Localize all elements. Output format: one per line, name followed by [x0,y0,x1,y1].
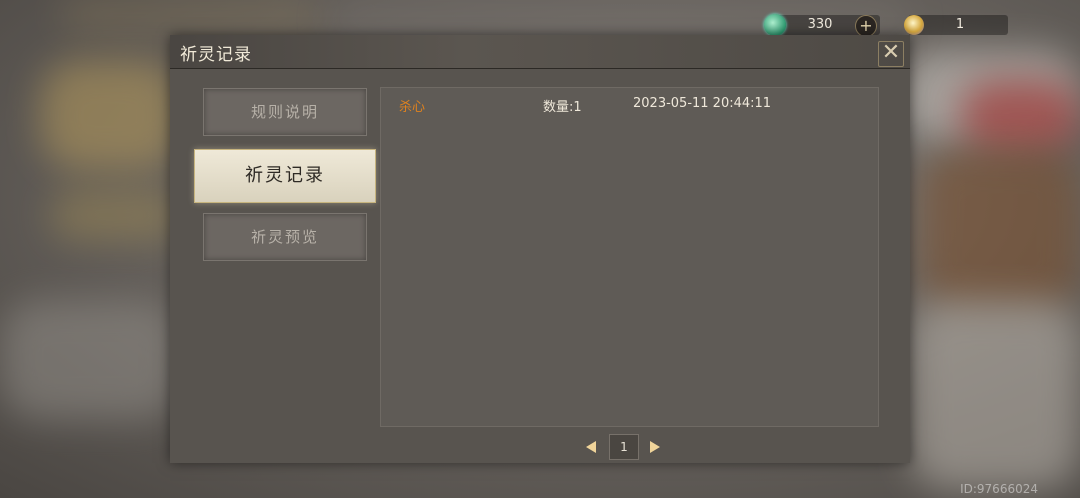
record-timestamp: 2023-05-11 20:44:11 [633,96,772,111]
tab-rules[interactable]: 规则说明 [203,88,367,136]
dialog-title: 祈灵记录 [180,45,252,65]
orb-amount: 1 [955,17,965,32]
background-blur [960,80,1080,150]
jade-coin-icon [764,14,786,36]
next-page-icon[interactable] [650,441,660,453]
record-item-name: 杀心 [399,100,426,115]
background-blur [910,300,1080,490]
record-quantity: 数量:1 [543,100,582,115]
close-button[interactable]: ✕ [878,41,904,67]
background-blur [920,150,1080,310]
background-blur [0,300,180,420]
tab-prayer-record[interactable]: 祈灵记录 [194,149,376,203]
jade-amount: 330 [807,17,833,32]
watermark: ID:97666024 [960,482,1038,496]
background-blur [50,190,180,240]
pagination: 1 [170,434,910,460]
prayer-record-dialog: 祈灵记录 ✕ 规则说明 祈灵记录 祈灵预览 杀心 数量:1 2023-05-11… [170,35,910,463]
spirit-orb-icon [904,15,924,35]
background-blur [40,60,180,170]
tab-prayer-preview[interactable]: 祈灵预览 [203,213,367,261]
add-currency-button[interactable]: + [855,15,877,37]
dialog-titlebar: 祈灵记录 ✕ [170,35,910,69]
record-list: 杀心 数量:1 2023-05-11 20:44:11 [380,87,879,427]
page-number: 1 [609,434,639,460]
prev-page-icon[interactable] [586,441,596,453]
record-row: 杀心 数量:1 2023-05-11 20:44:11 [381,96,878,116]
background-blur [60,0,320,30]
